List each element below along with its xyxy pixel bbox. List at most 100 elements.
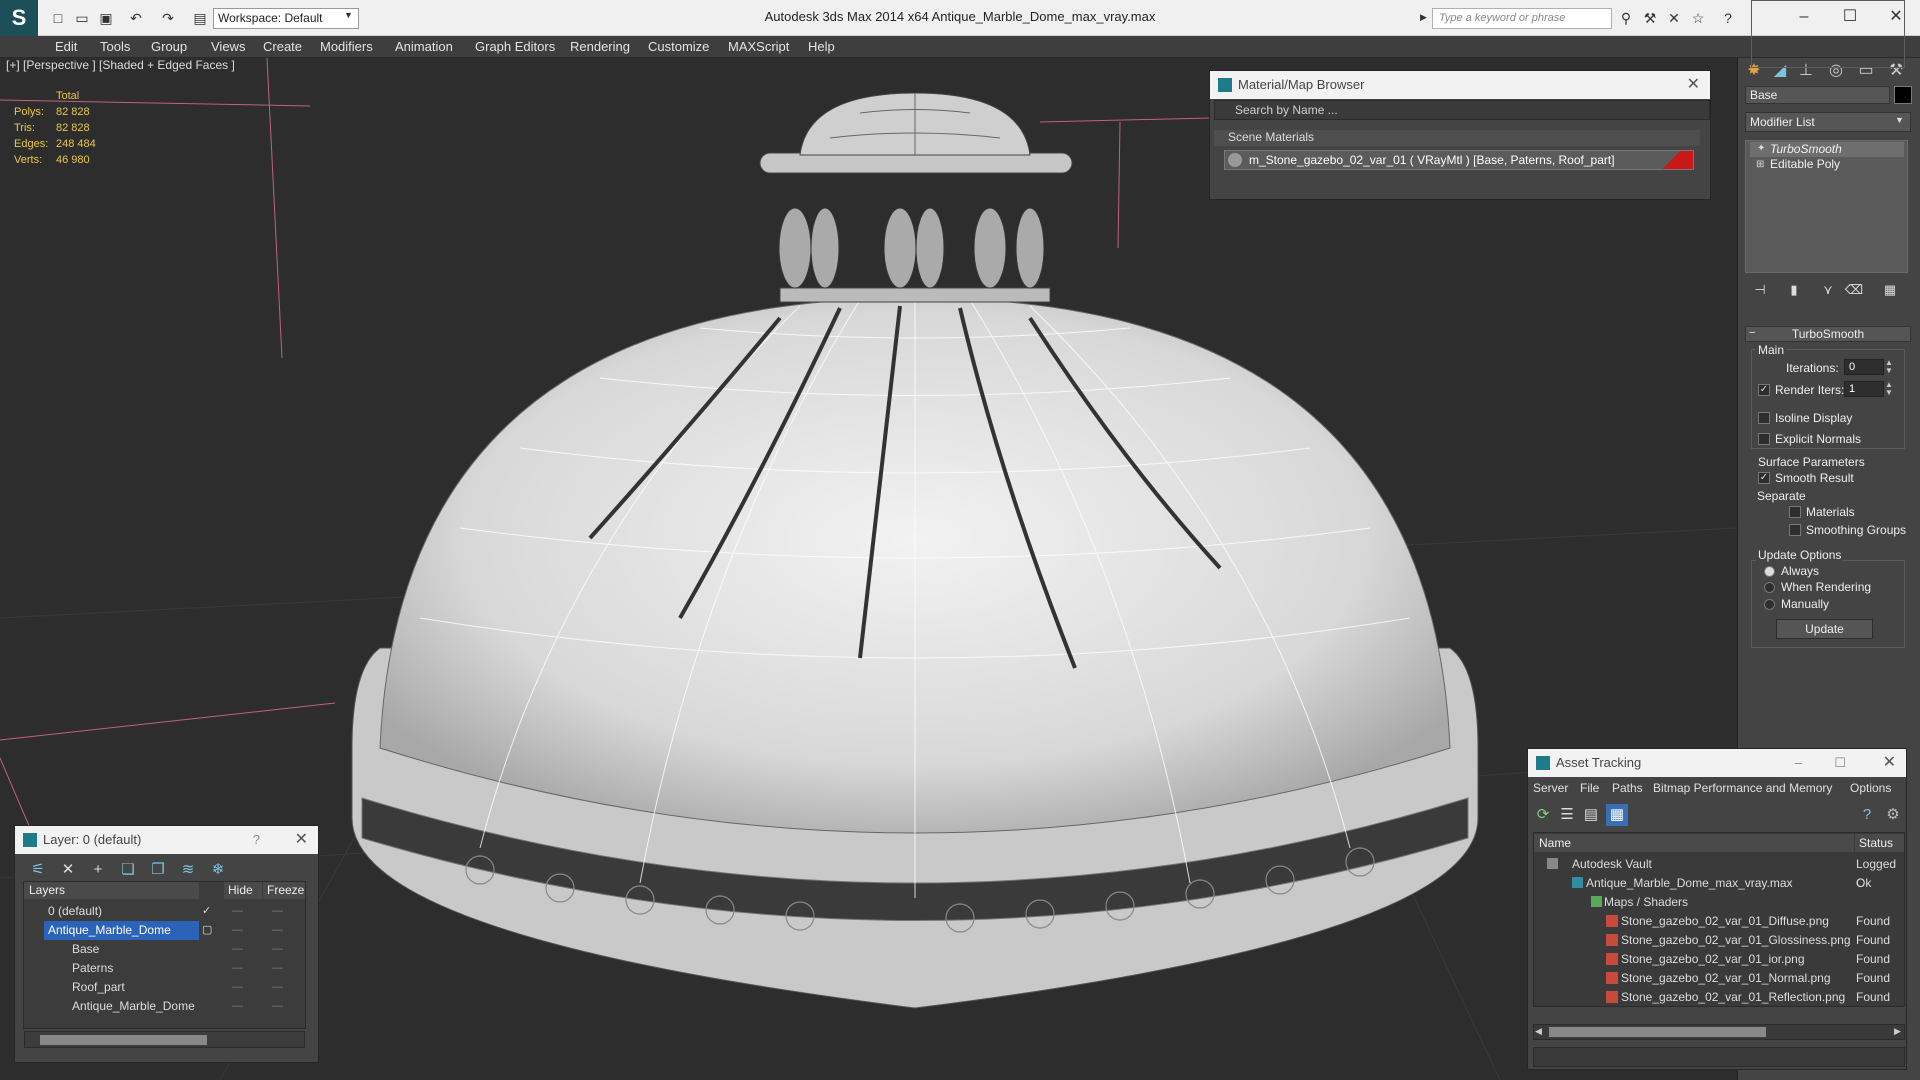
scrollbar-thumb[interactable] [1549,1027,1766,1037]
open-file-icon[interactable]: ▭ [72,8,92,28]
col-hide-header[interactable]: Hide [224,882,262,899]
menu-graph-editors[interactable]: Graph Editors [475,39,555,54]
layer-row[interactable]: 0 (default) ✓ — — [24,902,304,921]
close-icon[interactable]: ✕ [295,826,308,854]
turbosmooth-rollout-header[interactable]: TurboSmooth [1745,326,1911,342]
delete-layer-icon[interactable]: ✕ [57,859,79,881]
material-search-input[interactable]: Search by Name ... [1214,100,1710,120]
settings-icon[interactable]: ⚙ [1882,804,1904,826]
help-question-icon[interactable]: ? [253,826,260,854]
col-status-header[interactable]: Status [1855,834,1904,852]
list-view-icon[interactable]: ☰ [1556,804,1578,826]
show-end-result-icon[interactable]: ▮ [1784,282,1804,302]
menu-help[interactable]: Help [808,39,835,54]
asset-row[interactable]: Stone_gazebo_02_var_01_Normal.png Found [1534,969,1904,988]
menu-tools[interactable]: Tools [100,39,130,54]
object-name-field[interactable]: Base [1745,86,1890,104]
keyword-search-input[interactable]: Type a keyword or phrase [1432,8,1612,29]
col-freeze-header[interactable]: Freeze [263,882,305,899]
object-color-swatch[interactable] [1894,86,1912,104]
menu-create[interactable]: Create [263,39,302,54]
asset-row[interactable]: Stone_gazebo_02_var_01_Reflection.png Fo… [1534,988,1904,1007]
menu-group[interactable]: Group [151,39,187,54]
freeze-toggle[interactable]: — [272,997,283,1016]
layer-row[interactable]: Base — — [24,940,304,959]
asset-row[interactable]: Maps / Shaders [1534,893,1904,912]
spinner-arrows-icon[interactable]: ▲ ▼ [1885,359,1893,375]
stack-item-turbosmooth[interactable]: TurboSmooth [1750,142,1904,157]
at-menu-options[interactable]: Options [1850,781,1891,795]
render-iters-spinner[interactable]: 1 [1844,381,1884,397]
iterations-spinner[interactable]: 0 [1844,359,1884,375]
stack-item-editable-poly[interactable]: Editable Poly [1750,157,1904,172]
layer-row[interactable]: Antique_Marble_Dome — — [24,997,304,1016]
pin-stack-icon[interactable]: ⊣ [1750,282,1770,302]
at-menu-server[interactable]: Server [1533,781,1568,795]
asset-row[interactable]: Stone_gazebo_02_var_01_Diffuse.png Found [1534,912,1904,931]
scroll-right-icon[interactable]: ▶ [1894,1026,1901,1037]
app-logo-icon[interactable]: S [0,0,38,36]
spinner-arrows-icon[interactable]: ▲ ▼ [1885,381,1893,397]
asset-row[interactable]: Stone_gazebo_02_var_01_Glossiness.png Fo… [1534,931,1904,950]
make-unique-icon[interactable]: ⋎ [1818,282,1838,302]
menu-views[interactable]: Views [211,39,245,54]
at-menu-bitmap[interactable]: Bitmap Performance and Memory [1653,781,1832,795]
menu-edit[interactable]: Edit [55,39,77,54]
select-objects-icon[interactable]: ❏ [117,859,139,881]
collapse-minus-icon[interactable]: − [1749,327,1755,339]
add-layer-icon[interactable]: + [87,859,109,881]
workspace-dropdown[interactable]: Workspace: Default [213,8,359,29]
communication-icon[interactable]: ✕ [1664,8,1684,28]
material-row[interactable]: m_Stone_gazebo_02_var_01 ( VRayMtl ) [Ba… [1224,150,1694,170]
select-layer-icon[interactable]: ⚟ [27,859,49,881]
at-menu-file[interactable]: File [1580,781,1599,795]
undo-icon[interactable]: ↶ [126,8,146,28]
chevron-down-icon[interactable]: ▼ [1895,115,1904,125]
asset-row[interactable]: Autodesk Vault Logged C [1534,855,1904,890]
redo-icon[interactable]: ↷ [158,8,178,28]
render-iters-checkbox[interactable]: ✓ [1758,384,1770,396]
freeze-all-icon[interactable]: ❄ [207,859,229,881]
update-always-radio[interactable] [1764,566,1775,577]
binoculars-icon[interactable]: ⚲ [1616,8,1636,28]
menu-customize[interactable]: Customize [648,39,709,54]
freeze-toggle[interactable]: — [272,978,283,997]
update-when-rendering-radio[interactable] [1764,582,1775,593]
hide-toggle[interactable]: — [232,959,243,978]
layer-row[interactable]: Roof_part — — [24,978,304,997]
at-menu-paths[interactable]: Paths [1612,781,1643,795]
menu-animation[interactable]: Animation [395,39,453,54]
freeze-toggle[interactable]: — [272,959,283,978]
asset-row[interactable]: Stone_gazebo_02_var_01_ior.png Found [1534,950,1904,969]
close-icon[interactable]: ✕ [1883,749,1896,777]
configure-sets-icon[interactable]: ▦ [1880,282,1900,302]
hide-toggle[interactable]: — [232,940,243,959]
new-file-icon[interactable]: □ [48,8,68,28]
table-view-icon[interactable]: ▤ [1580,804,1602,826]
freeze-toggle[interactable]: — [272,921,283,940]
hide-toggle[interactable]: — [232,902,243,921]
hide-all-icon[interactable]: ≋ [177,859,199,881]
freeze-toggle[interactable]: — [272,940,283,959]
viewport-label[interactable]: [+] [Perspective ] [Shaded + Edged Faces… [6,58,235,72]
hide-toggle[interactable]: — [232,921,243,940]
col-layers-header[interactable]: Layers [24,882,199,899]
menu-modifiers[interactable]: Modifiers [320,39,373,54]
asset-row[interactable]: Antique_Marble_Dome_max_vray.max Ok [1534,874,1904,893]
project-folder-icon[interactable]: ▤ [190,8,210,28]
update-button[interactable]: Update [1776,619,1873,639]
favorites-star-icon[interactable]: ☆ [1688,8,1708,28]
subscription-icon[interactable]: ⚒ [1640,8,1660,28]
help-icon[interactable]: ? [1718,8,1738,28]
maximize-icon[interactable]: ☐ [1834,749,1846,777]
refresh-icon[interactable]: ⟳ [1532,804,1554,826]
freeze-toggle[interactable]: — [272,902,283,921]
col-name-header[interactable]: Name [1534,834,1854,852]
save-file-icon[interactable]: ▣ [96,8,116,28]
menu-maxscript[interactable]: MAXScript [728,39,789,54]
modifier-list-dropdown[interactable]: Modifier List [1745,112,1911,132]
layer-row[interactable]: Paterns — — [24,959,304,978]
update-manually-radio[interactable] [1764,599,1775,610]
remove-modifier-icon[interactable]: ⌫ [1844,282,1864,302]
search-expand-icon[interactable]: ▶ [1420,12,1427,23]
